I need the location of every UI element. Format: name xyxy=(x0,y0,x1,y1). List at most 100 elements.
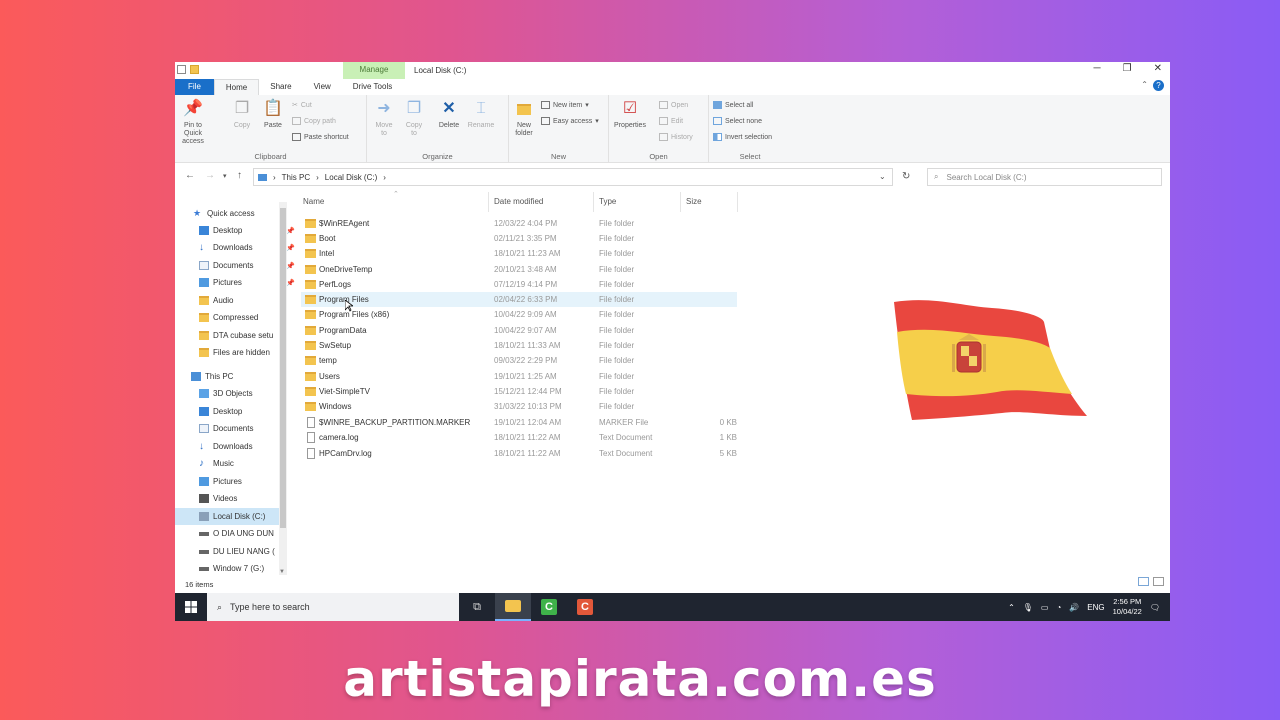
large-icons-view-icon[interactable] xyxy=(1153,577,1164,586)
nav-drive-o-dia[interactable]: O DIA UNG DUN xyxy=(199,525,279,542)
file-row[interactable]: Viet-SimpleTV 15/12/21 12:44 PM File folde… xyxy=(301,384,737,399)
column-separator[interactable] xyxy=(593,192,594,212)
nav-drive-du-lieu[interactable]: DU LIEU NANG ( xyxy=(199,543,279,560)
edit-button[interactable]: Edit xyxy=(659,117,683,125)
nav-3d-objects[interactable]: 3D Objects xyxy=(199,385,303,402)
battery-icon[interactable]: ▭ xyxy=(1041,603,1049,612)
tab-view[interactable]: View xyxy=(303,79,342,95)
copy-to-button[interactable]: ❐ Copy to xyxy=(403,99,425,138)
history-button[interactable]: History xyxy=(659,133,693,141)
easy-access-button[interactable]: Easy access ▾ xyxy=(541,117,599,125)
rename-button[interactable]: ⌶ Rename xyxy=(467,99,495,130)
column-name[interactable]: Name xyxy=(303,197,324,206)
properties-qat-icon[interactable] xyxy=(177,65,186,74)
task-view-icon[interactable]: ⧉ xyxy=(459,593,495,621)
file-row[interactable]: HPCamDrv.log 18/10/21 11:22 AM Text Docume… xyxy=(301,446,737,461)
file-row[interactable]: $WINRE_BACKUP_PARTITION.MARKER 19/10/21 1… xyxy=(301,415,737,430)
camtasia-red-icon[interactable]: C xyxy=(567,593,603,621)
file-row[interactable]: ProgramData 10/04/22 9:07 AM File folder xyxy=(301,323,737,338)
language-indicator[interactable]: ENG xyxy=(1087,603,1104,612)
new-item-button[interactable]: New item ▾ xyxy=(541,101,589,109)
copy-button[interactable]: ❐ Copy xyxy=(231,99,253,130)
nav-compressed[interactable]: Compressed xyxy=(199,309,303,326)
column-date-modified[interactable]: Date modified xyxy=(494,197,543,206)
file-row[interactable]: temp 09/03/22 2:29 PM File folder xyxy=(301,353,737,368)
pin-quick-access-button[interactable]: 📌 Pin to Quick access xyxy=(179,99,207,146)
nav-desktop[interactable]: Desktop 📌 xyxy=(199,222,303,239)
column-separator[interactable] xyxy=(737,192,738,212)
nav-pc-desktop[interactable]: Desktop xyxy=(199,403,303,420)
file-row-hovered[interactable]: Program Files 02/04/22 6:33 PM File folder xyxy=(301,292,737,307)
file-explorer-icon[interactable] xyxy=(495,593,531,621)
select-all-button[interactable]: Select all xyxy=(713,101,753,109)
file-row[interactable]: $WinREAgent 12/03/22 4:04 PM File folder xyxy=(301,216,737,231)
nav-drive-window7[interactable]: Window 7 (G:) xyxy=(199,560,279,577)
tab-share[interactable]: Share xyxy=(259,79,302,95)
refresh-icon[interactable]: ↻ xyxy=(902,171,910,182)
nav-files-hidden[interactable]: Files are hidden xyxy=(199,344,303,361)
tab-drive-tools[interactable]: Drive Tools xyxy=(342,79,403,95)
invert-selection-button[interactable]: Invert selection xyxy=(713,133,772,141)
nav-audio[interactable]: Audio xyxy=(199,292,303,309)
file-row[interactable]: OneDriveTemp 20/10/21 3:48 AM File folder xyxy=(301,262,737,277)
file-row[interactable]: Intel 18/10/21 11:23 AM File folder xyxy=(301,246,737,261)
notification-icon[interactable]: 🗨 xyxy=(1150,603,1160,612)
nav-scrollbar[interactable]: ▼ xyxy=(279,202,287,575)
file-row[interactable]: camera.log 18/10/21 11:22 AM Text Document… xyxy=(301,430,737,445)
address-bar[interactable]: › This PC › Local Disk (C:) › xyxy=(253,168,893,186)
delete-button[interactable]: ✕ Delete xyxy=(437,99,461,130)
nav-pc-documents[interactable]: Documents xyxy=(199,420,303,437)
tab-home[interactable]: Home xyxy=(213,79,260,95)
maximize-button[interactable]: ❐ xyxy=(1123,63,1132,74)
close-button[interactable]: ✕ xyxy=(1154,63,1162,74)
new-folder-button[interactable]: New folder xyxy=(511,99,537,138)
file-row[interactable]: Boot 02/11/21 3:35 PM File folder xyxy=(301,231,737,246)
nav-pc-pictures[interactable]: Pictures xyxy=(199,473,303,490)
nav-music[interactable]: ♪ Music xyxy=(199,455,303,472)
taskbar-search[interactable]: ⌕ Type here to search xyxy=(207,593,459,621)
nav-pictures[interactable]: Pictures 📌 xyxy=(199,274,303,291)
cut-button[interactable]: ✂ Cut xyxy=(292,101,312,110)
up-arrow-icon[interactable]: ↑ xyxy=(237,170,242,181)
nav-videos[interactable]: Videos xyxy=(199,490,303,507)
address-dropdown-icon[interactable]: ⌄ xyxy=(879,172,886,181)
volume-icon[interactable]: 🔊 xyxy=(1069,603,1079,612)
new-folder-qat-icon[interactable] xyxy=(190,65,199,74)
file-row[interactable]: PerfLogs 07/12/19 4:14 PM File folder xyxy=(301,277,737,292)
breadcrumb-this-pc[interactable]: This PC xyxy=(282,173,310,182)
camtasia-green-icon[interactable]: C xyxy=(531,593,567,621)
back-arrow-icon[interactable]: ← xyxy=(185,170,195,181)
tab-file[interactable]: File xyxy=(175,79,214,95)
search-box[interactable]: ⌕ Search Local Disk (C:) xyxy=(927,168,1162,186)
column-type[interactable]: Type xyxy=(599,197,616,206)
breadcrumb-local-disk[interactable]: Local Disk (C:) xyxy=(325,173,377,182)
scrollbar-thumb[interactable] xyxy=(280,208,286,528)
column-size[interactable]: Size xyxy=(686,197,702,206)
nav-local-disk-c[interactable]: Local Disk (C:) xyxy=(175,508,279,525)
clock[interactable]: 2:56 PM 10/04/22 xyxy=(1113,597,1142,617)
windows-start-icon[interactable] xyxy=(175,593,207,621)
help-icon[interactable]: ? xyxy=(1153,80,1164,91)
file-row[interactable]: SwSetup 18/10/21 11:33 AM File folder xyxy=(301,338,737,353)
microphone-icon[interactable]: 🎙 xyxy=(1023,603,1033,612)
minimize-button[interactable]: ─ xyxy=(1094,63,1101,74)
column-separator[interactable] xyxy=(680,192,681,212)
file-row[interactable]: Windows 31/03/22 10:13 PM File folder xyxy=(301,399,737,414)
manage-tab[interactable]: Manage xyxy=(343,62,405,79)
nav-pc-downloads[interactable]: ↓ Downloads xyxy=(199,438,303,455)
open-button[interactable]: Open xyxy=(659,101,688,109)
properties-button[interactable]: ☑ Properties xyxy=(613,99,647,130)
file-row[interactable]: Program Files (x86) 10/04/22 9:09 AM File … xyxy=(301,307,737,322)
select-none-button[interactable]: Select none xyxy=(713,117,762,125)
nav-downloads[interactable]: ↓ Downloads 📌 xyxy=(199,239,303,256)
paste-button[interactable]: 📋 Paste xyxy=(261,99,285,130)
paste-shortcut-button[interactable]: Paste shortcut xyxy=(292,133,349,141)
show-hidden-icons-icon[interactable]: ⌃ xyxy=(1008,603,1015,612)
scroll-down-icon[interactable]: ▼ xyxy=(279,569,285,575)
nav-documents[interactable]: Documents 📌 xyxy=(199,257,303,274)
file-row[interactable]: Users 19/10/21 1:25 AM File folder xyxy=(301,369,737,384)
copy-path-button[interactable]: Copy path xyxy=(292,117,336,125)
nav-dta-cubase[interactable]: DTA cubase setu xyxy=(199,327,303,344)
recent-dropdown-icon[interactable]: ▾ xyxy=(223,172,227,180)
move-to-button[interactable]: ➜ Move to xyxy=(373,99,395,138)
